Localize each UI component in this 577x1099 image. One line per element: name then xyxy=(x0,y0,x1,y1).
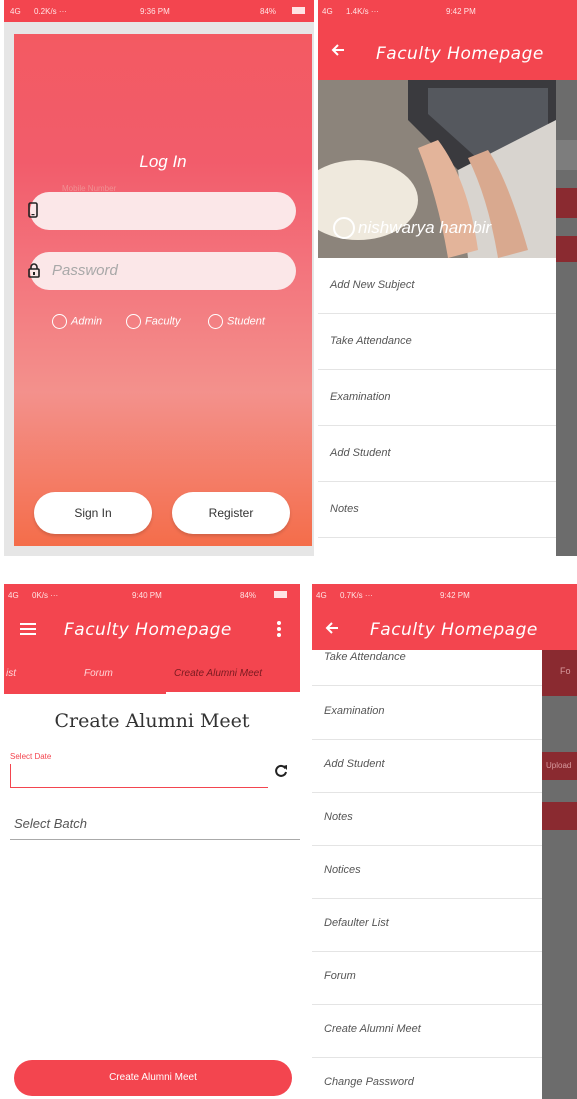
network-speed: 0.7K/s ··· xyxy=(340,591,373,600)
nav-drawer: nishwarya hambir Add New Subject Take At… xyxy=(318,80,556,556)
radio-circle-icon xyxy=(126,314,141,329)
network-indicator: 4G xyxy=(322,7,333,16)
nav-drawer: Take Attendance Examination Add Student … xyxy=(312,650,542,1099)
menu-item-examination[interactable]: Examination xyxy=(312,684,542,740)
background-upload-button: Upload xyxy=(542,752,577,780)
menu-item-defaulter-list[interactable]: Defaulter List xyxy=(312,896,542,952)
drawer-header-photo: nishwarya hambir xyxy=(318,80,556,258)
faculty-drawer-screen: 4G 1.4K/s ··· 9:42 PM Faculty Homepage n… xyxy=(318,0,577,556)
date-label: Select Date xyxy=(10,752,52,761)
faculty-drawer-menu-screen: 4G 0.7K/s ··· 9:42 PM Faculty Homepage T… xyxy=(312,584,577,1099)
refresh-icon[interactable] xyxy=(274,764,288,778)
menu-item-notices[interactable]: Notices xyxy=(312,843,542,899)
app-bar: Faculty Homepage xyxy=(318,22,577,80)
login-card: Log In Mobile Number Password Admin Facu… xyxy=(14,34,312,546)
radio-student[interactable]: Student xyxy=(208,314,265,329)
background-content xyxy=(556,188,577,218)
clock: 9:42 PM xyxy=(446,7,476,16)
menu-item-create-alumni-meet[interactable]: Create Alumni Meet xyxy=(312,1002,542,1058)
password-placeholder: Password xyxy=(52,262,118,279)
app-title: Faculty Homepage xyxy=(64,620,232,640)
clock: 9:42 PM xyxy=(440,591,470,600)
login-title: Log In xyxy=(139,152,187,171)
status-bar: 4G 0.7K/s ··· 9:42 PM xyxy=(312,584,577,606)
radio-faculty[interactable]: Faculty xyxy=(126,314,180,329)
battery-icon xyxy=(274,591,287,598)
password-field[interactable]: Password xyxy=(28,252,296,290)
battery-icon xyxy=(292,7,305,14)
app-bar: Faculty Homepage xyxy=(4,606,300,654)
battery-percent: 84% xyxy=(260,7,277,16)
menu-item-forum[interactable]: Forum xyxy=(312,949,542,1005)
app-bar-overflow xyxy=(542,606,577,650)
register-button[interactable]: Register xyxy=(172,492,290,534)
tab-forum[interactable]: Forum xyxy=(84,668,113,679)
tab-list[interactable]: ist xyxy=(6,668,16,679)
background-content xyxy=(542,802,577,830)
create-alumni-meet-button[interactable]: Create Alumni Meet xyxy=(14,1060,292,1096)
phone-icon xyxy=(28,202,38,218)
background-tab-bar: Fo xyxy=(542,650,577,696)
network-speed: 0.2K/s ··· xyxy=(34,7,67,16)
menu-item-notes[interactable]: Notes xyxy=(312,790,542,846)
tab-indicator xyxy=(166,692,300,695)
menu-icon[interactable] xyxy=(20,622,36,636)
menu-item-take-attendance[interactable]: Take Attendance xyxy=(312,630,542,686)
menu-item-take-attendance[interactable]: Take Attendance xyxy=(318,314,556,370)
battery-percent: 84% xyxy=(240,591,257,600)
network-indicator: 4G xyxy=(10,7,21,16)
overflow-menu-icon[interactable] xyxy=(276,620,282,638)
select-batch-dropdown[interactable]: Select Batch xyxy=(10,810,300,840)
radio-circle-icon xyxy=(208,314,223,329)
login-screen: 4G 0.2K/s ··· 9:36 PM 84% Log In Mobile … xyxy=(4,0,314,556)
menu-item-notes[interactable]: Notes xyxy=(318,482,556,538)
status-bar: 4G 0.2K/s ··· 9:36 PM 84% xyxy=(4,0,314,22)
radio-circle-icon xyxy=(52,314,67,329)
menu-item-add-student[interactable]: Add Student xyxy=(312,737,542,793)
tab-create-alumni-meet[interactable]: Create Alumni Meet xyxy=(174,668,262,679)
mobile-number-field[interactable] xyxy=(28,192,296,230)
app-title: Faculty Homepage xyxy=(376,44,544,64)
photo-watermark: nishwarya hambir xyxy=(358,218,492,237)
back-arrow-icon[interactable] xyxy=(330,42,346,58)
clock: 9:40 PM xyxy=(132,591,162,600)
network-indicator: 4G xyxy=(8,591,19,600)
status-bar: 4G 1.4K/s ··· 9:42 PM xyxy=(318,0,577,22)
background-content xyxy=(556,140,577,170)
sign-in-button[interactable]: Sign In xyxy=(34,492,152,534)
network-speed: 1.4K/s ··· xyxy=(346,7,379,16)
tab-bar: ist Forum Create Alumni Meet xyxy=(4,654,300,695)
menu-item-add-new-subject[interactable]: Add New Subject xyxy=(318,258,556,314)
network-indicator: 4G xyxy=(316,591,327,600)
menu-item-change-password[interactable]: Change Password xyxy=(312,1055,542,1099)
form-title: Create Alumni Meet xyxy=(54,710,250,732)
lock-icon xyxy=(28,263,40,278)
radio-admin[interactable]: Admin xyxy=(52,314,102,329)
background-content xyxy=(556,236,577,262)
clock: 9:36 PM xyxy=(140,7,170,16)
menu-item-examination[interactable]: Examination xyxy=(318,370,556,426)
background-tab-label: Fo xyxy=(560,666,571,676)
status-bar: 4G 0K/s ··· 9:40 PM 84% xyxy=(4,584,300,606)
date-input[interactable] xyxy=(10,764,268,788)
network-speed: 0K/s ··· xyxy=(32,591,59,600)
select-batch-label: Select Batch xyxy=(14,816,87,831)
menu-item-add-student[interactable]: Add Student xyxy=(318,426,556,482)
create-alumni-meet-screen: 4G 0K/s ··· 9:40 PM 84% Faculty Homepage… xyxy=(4,584,300,1099)
